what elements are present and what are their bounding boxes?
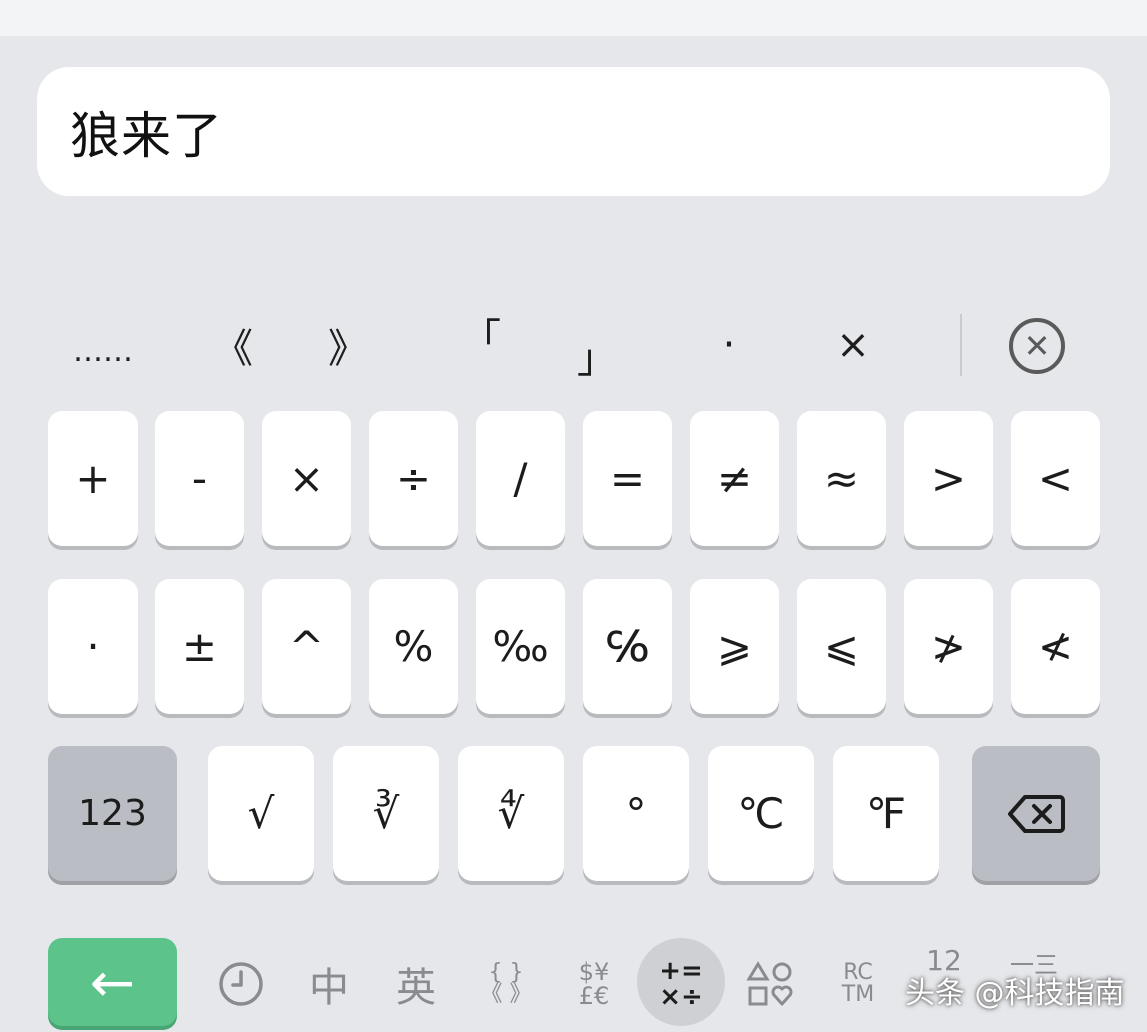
key-celsius[interactable]: ℃ [708, 746, 814, 881]
candidate-ellipsis[interactable]: …… [58, 306, 148, 396]
history-button[interactable] [212, 944, 270, 1024]
candidate-left-corner-bracket[interactable]: 「 [436, 290, 526, 380]
key-fahrenheit[interactable]: ℉ [833, 746, 939, 881]
trademark-bottom-label: TM [841, 982, 875, 1007]
math-bottom-label: ×÷ [659, 982, 703, 1012]
candidate-right-double-angle[interactable]: 》 [303, 300, 393, 390]
key-fourth-root[interactable]: ∜ [458, 746, 564, 881]
top-status-strip [0, 0, 1147, 36]
key-not-equal[interactable]: ≠ [690, 411, 779, 546]
key-multiply[interactable]: × [262, 411, 351, 546]
key-less-equal[interactable]: ⩽ [797, 579, 886, 714]
key-not-greater[interactable]: ≯ [904, 579, 993, 714]
chinese-mode-button[interactable]: 中 [303, 944, 355, 1024]
key-percent[interactable]: % [369, 579, 458, 714]
shapes-icon [746, 961, 793, 1006]
key-minus[interactable]: - [155, 411, 244, 546]
key-equals[interactable]: = [583, 411, 672, 546]
candidate-left-double-angle[interactable]: 《 [188, 300, 278, 390]
shapes-category-button[interactable] [744, 944, 796, 1024]
key-not-less[interactable]: ≮ [1011, 579, 1100, 714]
key-plus[interactable]: + [48, 411, 138, 546]
clear-candidates-icon: ✕ [1023, 327, 1051, 365]
enter-key[interactable]: ← [48, 938, 177, 1026]
key-per-mille[interactable]: ‰ [476, 579, 565, 714]
clock-icon [219, 962, 263, 1006]
math-category-button[interactable]: += ×÷ [650, 944, 712, 1024]
key-care-of[interactable]: ℅ [583, 579, 672, 714]
brackets-top-label: { } [488, 960, 524, 985]
key-cube-root[interactable]: ∛ [333, 746, 439, 881]
backspace-icon [1008, 794, 1065, 833]
trademark-category-button[interactable]: RC TM [832, 944, 884, 1024]
english-mode-button[interactable]: 英 [390, 944, 442, 1024]
key-greater-equal[interactable]: ⩾ [690, 579, 779, 714]
key-divide[interactable]: ÷ [369, 411, 458, 546]
key-approx[interactable]: ≈ [797, 411, 886, 546]
input-text: 狼来了 [70, 106, 223, 165]
backspace-key[interactable] [972, 746, 1100, 881]
number-mode-key[interactable]: 123 [48, 746, 177, 881]
key-caret[interactable]: ^ [262, 579, 351, 714]
key-less-than[interactable]: < [1011, 411, 1100, 546]
text-input-field[interactable]: 狼来了 [37, 67, 1110, 196]
candidate-divider [960, 314, 962, 376]
currency-category-button[interactable]: $¥ £€ [566, 944, 622, 1024]
math-top-label: += [659, 956, 703, 986]
key-degree[interactable]: ° [583, 746, 689, 881]
candidate-middle-dot[interactable]: · [684, 300, 774, 390]
trademark-top-label: RC [843, 960, 873, 985]
candidate-multiply[interactable]: × [808, 300, 898, 390]
brackets-category-button[interactable]: { } 《 》 [478, 944, 534, 1024]
key-plus-minus[interactable]: ± [155, 579, 244, 714]
key-slash[interactable]: / [476, 411, 565, 546]
clear-candidates-button[interactable]: ✕ [1009, 318, 1065, 374]
key-greater-than[interactable]: > [904, 411, 993, 546]
key-square-root[interactable]: √ [208, 746, 314, 881]
currency-top-label: $¥ [578, 958, 610, 986]
watermark-text: 头条 @科技指南 [905, 976, 1125, 1011]
key-middle-dot[interactable]: · [48, 579, 138, 714]
candidate-right-corner-bracket[interactable]: 」 [552, 310, 642, 400]
currency-bottom-label: £€ [578, 982, 610, 1010]
brackets-bottom-label: 《 》 [480, 982, 532, 1007]
